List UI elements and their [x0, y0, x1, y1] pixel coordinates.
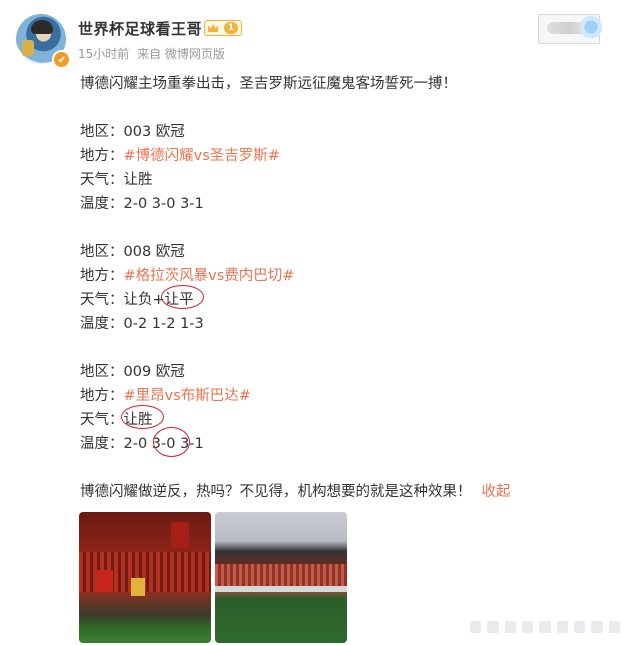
- block-2-place: 地方：#格拉茨风暴vs费内巴切#: [80, 268, 295, 284]
- crown-icon: [205, 21, 221, 35]
- post-image-1[interactable]: [79, 512, 211, 643]
- image-strip-decoration: [470, 618, 620, 636]
- fold-link[interactable]: 收起: [482, 484, 511, 500]
- image-flag: [97, 570, 113, 592]
- post-time[interactable]: 15小时前: [78, 47, 129, 61]
- block-2-temperature: 温度：0-2 1-2 1-3: [80, 316, 204, 332]
- block-1-region: 地区：003 欧冠: [80, 124, 185, 140]
- avatar-hair: [31, 20, 53, 34]
- level-badge[interactable]: 1: [204, 20, 242, 36]
- post-source: 来自 微博网页版: [137, 47, 225, 61]
- block-3-place: 地方：#里昂vs布斯巴达#: [80, 388, 251, 404]
- image-flag: [131, 578, 145, 596]
- block-2-region: 地区：008 欧冠: [80, 244, 185, 260]
- level-number: 1: [224, 22, 238, 34]
- annotation-circle: [153, 427, 190, 457]
- annotation-circle: [161, 285, 204, 309]
- image-crowd: [215, 564, 347, 586]
- block-1-place: 地方：#博德闪耀vs圣吉罗斯#: [80, 148, 280, 164]
- verified-badge-icon: [52, 50, 71, 69]
- post-meta: 15小时前 来自 微博网页版: [78, 45, 229, 62]
- post-closing: 博德闪耀做逆反，热吗？不见得，机构想要的就是这种效果！ 收起: [80, 484, 511, 500]
- topic-tag-link[interactable]: #格拉茨风暴vs费内巴切#: [124, 268, 295, 284]
- block-1-temperature: 温度：2-0 3-0 3-1: [80, 196, 204, 212]
- post-intro: 博德闪耀主场重拳出击，圣吉罗斯远征魔鬼客场誓死一搏！: [80, 76, 457, 92]
- block-1-weather: 天气：让胜: [80, 172, 153, 188]
- post-image-2[interactable]: [215, 512, 347, 643]
- image-flag: [171, 522, 189, 548]
- avatar-trophy: [22, 40, 34, 56]
- annotation-circle: [121, 405, 164, 429]
- block-3-region: 地区：009 欧冠: [80, 364, 185, 380]
- image-pitch-boards: [215, 586, 347, 592]
- username[interactable]: 世界杯足球看王哥: [78, 18, 202, 39]
- follow-decoration: [580, 12, 602, 42]
- topic-tag-link[interactable]: #里昂vs布斯巴达#: [124, 388, 251, 404]
- topic-tag-link[interactable]: #博德闪耀vs圣吉罗斯#: [124, 148, 280, 164]
